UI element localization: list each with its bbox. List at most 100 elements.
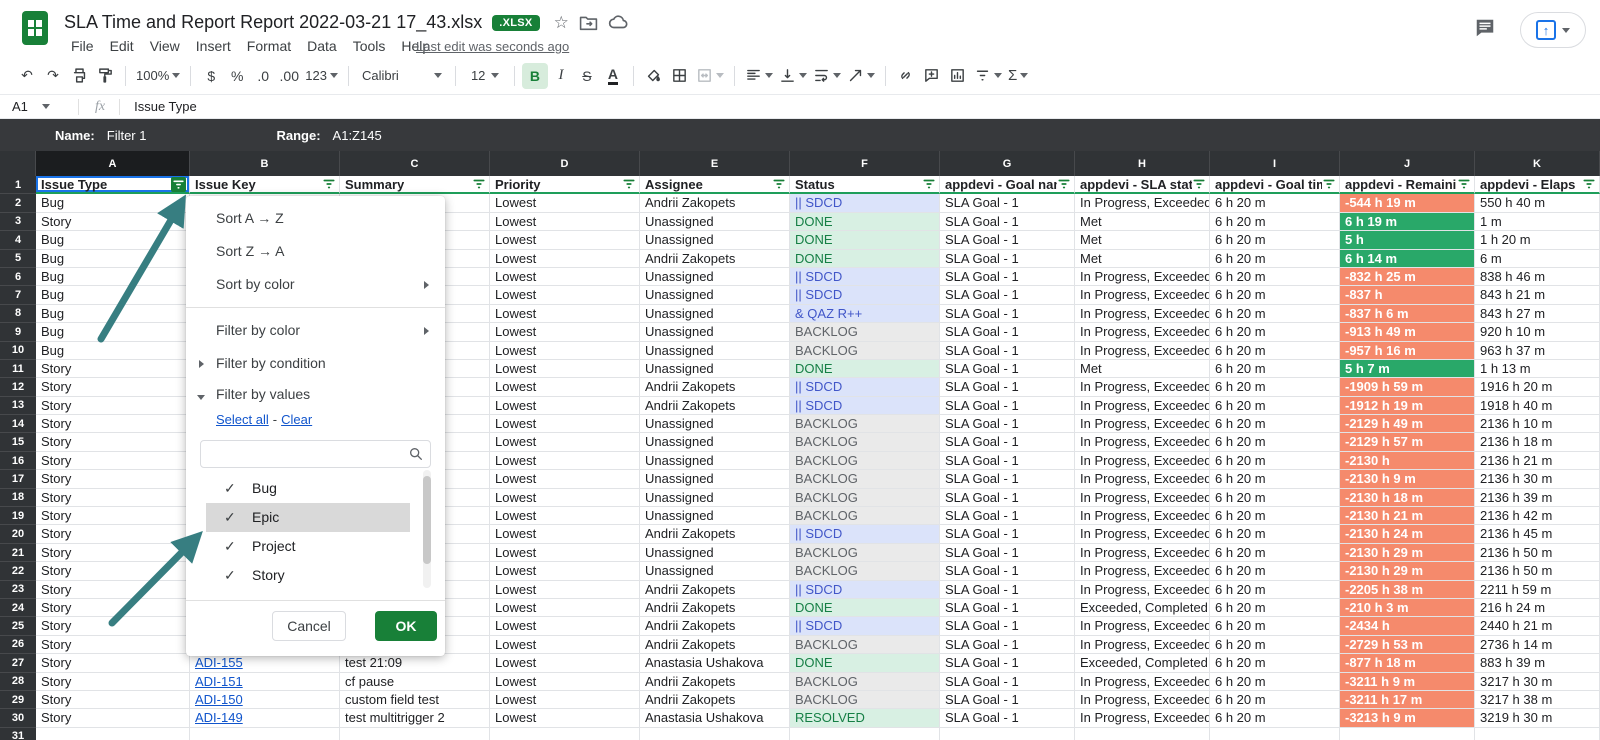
cell-J6[interactable]: -832 h 25 m — [1340, 268, 1475, 286]
cell-I2[interactable]: 6 h 20 m — [1210, 194, 1340, 212]
cell-E9[interactable]: Unassigned — [640, 323, 790, 341]
font-size-select[interactable]: 12 — [463, 63, 507, 89]
menu-tools[interactable]: Tools — [346, 37, 393, 55]
cell-F7[interactable]: || SDCD — [790, 286, 940, 304]
header-cell-E1[interactable]: Assignee — [640, 176, 790, 194]
filter-icon-K[interactable] — [1582, 177, 1596, 191]
row-header-22[interactable]: 22 — [0, 562, 36, 580]
row-header-11[interactable]: 11 — [0, 360, 36, 378]
cell-I9[interactable]: 6 h 20 m — [1210, 323, 1340, 341]
cell-A30[interactable]: Story — [36, 709, 190, 727]
cell-G2[interactable]: SLA Goal - 1 — [940, 194, 1075, 212]
cell-J17[interactable]: -2130 h 9 m — [1340, 470, 1475, 488]
cell-K7[interactable]: 843 h 21 m — [1475, 286, 1600, 304]
fill-color-button[interactable] — [641, 63, 667, 89]
cell-B29[interactable]: ADI-150 — [190, 691, 340, 709]
row-header-31[interactable]: 31 — [0, 728, 36, 740]
bold-button[interactable]: B — [522, 63, 548, 89]
filter-name-value[interactable]: Filter 1 — [107, 128, 147, 143]
cell-G8[interactable]: SLA Goal - 1 — [940, 305, 1075, 323]
column-header-A[interactable]: A — [36, 151, 190, 176]
cell-A17[interactable]: Story — [36, 470, 190, 488]
cell-D7[interactable]: Lowest — [490, 286, 640, 304]
cell-D6[interactable]: Lowest — [490, 268, 640, 286]
cell-D20[interactable]: Lowest — [490, 525, 640, 543]
cell-D12[interactable]: Lowest — [490, 378, 640, 396]
format-currency-button[interactable]: $ — [198, 63, 224, 89]
cell-D5[interactable]: Lowest — [490, 250, 640, 268]
cell-A12[interactable]: Story — [36, 378, 190, 396]
cell-G12[interactable]: SLA Goal - 1 — [940, 378, 1075, 396]
cell-F25[interactable]: || SDCD — [790, 617, 940, 635]
cell-K21[interactable]: 2136 h 50 m — [1475, 544, 1600, 562]
filter-value-project[interactable]: ✓Project — [206, 532, 410, 561]
cell-K14[interactable]: 2136 h 10 m — [1475, 415, 1600, 433]
cell-G5[interactable]: SLA Goal - 1 — [940, 250, 1075, 268]
header-cell-B1[interactable]: Issue Key — [190, 176, 340, 194]
cell-J28[interactable]: -3211 h 9 m — [1340, 673, 1475, 691]
cell-A31[interactable] — [36, 728, 190, 740]
merge-cells-button[interactable] — [693, 63, 727, 89]
cell-D13[interactable]: Lowest — [490, 397, 640, 415]
menu-format[interactable]: Format — [240, 37, 298, 55]
cell-G11[interactable]: SLA Goal - 1 — [940, 360, 1075, 378]
filter-icon-G[interactable] — [1057, 177, 1071, 191]
cell-K28[interactable]: 3217 h 30 m — [1475, 673, 1600, 691]
cell-I23[interactable]: 6 h 20 m — [1210, 581, 1340, 599]
column-header-G[interactable]: G — [940, 151, 1075, 176]
cell-I28[interactable]: 6 h 20 m — [1210, 673, 1340, 691]
menu-insert[interactable]: Insert — [189, 37, 238, 55]
menu-item-filter-by-color[interactable]: Filter by color — [186, 314, 445, 347]
cell-A11[interactable]: Story — [36, 360, 190, 378]
cell-H26[interactable]: In Progress, Exceeded — [1075, 636, 1210, 654]
cell-F18[interactable]: BACKLOG — [790, 489, 940, 507]
cell-E31[interactable] — [640, 728, 790, 740]
filter-icon-E[interactable] — [772, 177, 786, 191]
cell-D25[interactable]: Lowest — [490, 617, 640, 635]
header-cell-H1[interactable]: appdevi - SLA statu — [1075, 176, 1210, 194]
cell-D31[interactable] — [490, 728, 640, 740]
cell-F15[interactable]: BACKLOG — [790, 433, 940, 451]
cell-E28[interactable]: Andrii Zakopets — [640, 673, 790, 691]
cell-I29[interactable]: 6 h 20 m — [1210, 691, 1340, 709]
cell-B30[interactable]: ADI-149 — [190, 709, 340, 727]
cell-H3[interactable]: Met — [1075, 213, 1210, 231]
cell-D2[interactable]: Lowest — [490, 194, 640, 212]
cell-A3[interactable]: Story — [36, 213, 190, 231]
cell-H31[interactable] — [1075, 728, 1210, 740]
cell-G21[interactable]: SLA Goal - 1 — [940, 544, 1075, 562]
cell-A21[interactable]: Story — [36, 544, 190, 562]
row-header-2[interactable]: 2 — [0, 194, 36, 212]
cell-F29[interactable]: BACKLOG — [790, 691, 940, 709]
column-header-C[interactable]: C — [340, 151, 490, 176]
cell-G16[interactable]: SLA Goal - 1 — [940, 452, 1075, 470]
cell-A16[interactable]: Story — [36, 452, 190, 470]
cell-E14[interactable]: Unassigned — [640, 415, 790, 433]
cell-K12[interactable]: 1916 h 20 m — [1475, 378, 1600, 396]
cell-F26[interactable]: BACKLOG — [790, 636, 940, 654]
cell-F22[interactable]: BACKLOG — [790, 562, 940, 580]
row-header-1[interactable]: 1 — [0, 176, 36, 194]
row-header-16[interactable]: 16 — [0, 452, 36, 470]
undo-button[interactable]: ↶ — [14, 63, 40, 89]
cell-J12[interactable]: -1909 h 59 m — [1340, 378, 1475, 396]
filter-icon-B[interactable] — [322, 177, 336, 191]
insert-comment-button[interactable] — [919, 63, 945, 89]
cell-F17[interactable]: BACKLOG — [790, 470, 940, 488]
cell-J11[interactable]: 5 h 7 m — [1340, 360, 1475, 378]
row-header-4[interactable]: 4 — [0, 231, 36, 249]
cell-G9[interactable]: SLA Goal - 1 — [940, 323, 1075, 341]
cell-H18[interactable]: In Progress, Exceeded — [1075, 489, 1210, 507]
cell-K30[interactable]: 3219 h 30 m — [1475, 709, 1600, 727]
menu-item-sort-za[interactable]: Sort Z → A — [186, 235, 445, 268]
filter-icon-D[interactable] — [622, 177, 636, 191]
cell-D21[interactable]: Lowest — [490, 544, 640, 562]
row-header-12[interactable]: 12 — [0, 378, 36, 396]
cell-J24[interactable]: -210 h 3 m — [1340, 599, 1475, 617]
cell-H27[interactable]: Exceeded, Completed — [1075, 654, 1210, 672]
borders-button[interactable] — [667, 63, 693, 89]
cancel-button[interactable]: Cancel — [272, 611, 346, 641]
cell-H20[interactable]: In Progress, Exceeded — [1075, 525, 1210, 543]
cell-I16[interactable]: 6 h 20 m — [1210, 452, 1340, 470]
cell-J8[interactable]: -837 h 6 m — [1340, 305, 1475, 323]
